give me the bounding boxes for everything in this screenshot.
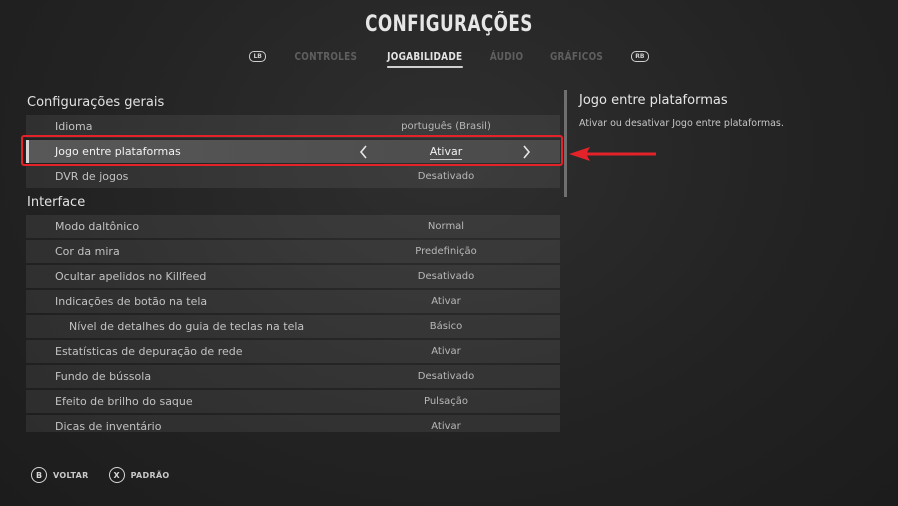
setting-label: DVR de jogos: [55, 170, 129, 183]
default-button-label[interactable]: PADRÃO: [131, 471, 170, 480]
setting-row-colorblind[interactable]: Modo daltônico Normal: [26, 215, 560, 238]
b-button-icon[interactable]: B: [31, 467, 47, 483]
setting-label: Fundo de bússola: [55, 370, 152, 383]
description-text: Ativar ou desativar Jogo entre plataform…: [579, 118, 784, 129]
setting-row-crosshair-color[interactable]: Cor da mira Predefinição: [26, 240, 560, 263]
tab-bar: LB CONTROLES JOGABILIDADE ÁUDIO GRÁFICOS…: [0, 46, 898, 68]
annotation-highlight-box: [21, 135, 563, 166]
setting-value: Ativar: [431, 346, 461, 357]
tab-graficos[interactable]: GRÁFICOS: [550, 50, 603, 63]
setting-value: Desativado: [417, 271, 475, 282]
setting-row-inventory-tips[interactable]: Dicas de inventário Ativar: [26, 415, 560, 432]
setting-row-network-stats[interactable]: Estatísticas de depuração de rede Ativar: [26, 340, 560, 363]
setting-label: Cor da mira: [55, 245, 120, 258]
setting-label: Estatísticas de depuração de rede: [55, 345, 243, 358]
setting-row-loot-glow[interactable]: Efeito de brilho do saque Pulsação: [26, 390, 560, 413]
page-title: CONFIGURAÇÕES: [365, 12, 533, 37]
setting-row-button-hints[interactable]: Indicações de botão na tela Ativar: [26, 290, 560, 313]
setting-row-key-guide-detail[interactable]: Nível de detalhes do guia de teclas na t…: [26, 315, 560, 338]
setting-label: Efeito de brilho do saque: [55, 395, 193, 408]
setting-value: Ativar: [431, 296, 461, 307]
setting-value: Básico: [429, 321, 463, 332]
setting-label: Modo daltônico: [55, 220, 140, 233]
setting-value: Ativar: [431, 421, 461, 432]
setting-row-compass-bg[interactable]: Fundo de bússola Desativado: [26, 365, 560, 388]
tab-jogabilidade[interactable]: JOGABILIDADE: [386, 50, 462, 68]
rb-bumper-icon[interactable]: RB: [631, 50, 649, 62]
tab-controles[interactable]: CONTROLES: [294, 50, 357, 63]
setting-label: Ocultar apelidos no Killfeed: [55, 270, 207, 283]
lb-bumper-icon[interactable]: LB: [249, 50, 266, 62]
setting-value: Normal: [427, 221, 465, 232]
red-arrow-icon: [569, 147, 656, 161]
description-title: Jogo entre plataformas: [579, 93, 728, 108]
setting-value: Desativado: [417, 171, 475, 182]
setting-row-hide-killfeed[interactable]: Ocultar apelidos no Killfeed Desativado: [26, 265, 560, 288]
setting-value: Predefinição: [415, 246, 477, 257]
section-title-interface: Interface: [27, 195, 86, 210]
footer-hints: B VOLTAR X PADRÃO: [31, 467, 184, 483]
x-button-icon[interactable]: X: [108, 467, 125, 483]
setting-label: Dicas de inventário: [55, 420, 162, 432]
setting-value: Desativado: [417, 371, 475, 382]
setting-label: Indicações de botão na tela: [55, 295, 208, 308]
setting-label: Nível de detalhes do guia de teclas na t…: [69, 320, 305, 333]
setting-value: Pulsação: [423, 396, 469, 407]
scrollbar[interactable]: [564, 90, 567, 197]
setting-row-dvr[interactable]: DVR de jogos Desativado: [26, 165, 560, 188]
section-title-general: Configurações gerais: [27, 95, 165, 110]
back-button-label[interactable]: VOLTAR: [53, 471, 89, 480]
tab-audio[interactable]: ÁUDIO: [490, 50, 523, 63]
description-panel: Jogo entre plataformas Ativar ou desativ…: [579, 93, 879, 129]
